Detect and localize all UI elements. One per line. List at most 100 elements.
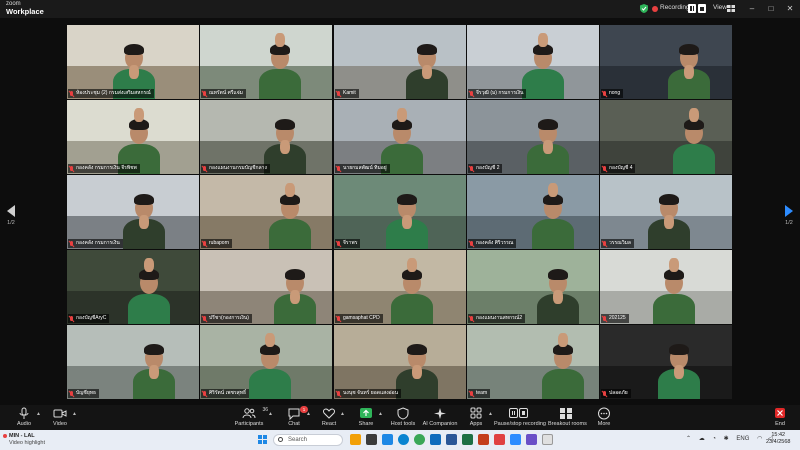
participant-video-tile[interactable]: กองบัญชี 2 (467, 100, 599, 174)
wifi-icon[interactable]: ◠ (757, 436, 762, 442)
edge-browser-icon[interactable] (398, 434, 409, 445)
file-explorer-icon[interactable] (350, 434, 361, 445)
chrome-browser-icon[interactable] (414, 434, 425, 445)
close-window-button[interactable]: ✕ (784, 3, 796, 15)
widgets-button[interactable]: MIN - LAL Video highlight (3, 433, 45, 446)
host-tools-button[interactable]: Host tools (390, 407, 416, 427)
participant-video-tile[interactable]: บัญชียุทธ (67, 325, 199, 399)
participant-video-tile[interactable]: นายกมลพัฒน์ ทิมอยู่ (334, 100, 466, 174)
bluetooth-icon[interactable]: ✱ (724, 436, 729, 442)
participant-name-tag: gamsaphat CPD (335, 314, 383, 323)
participant-video-tile[interactable]: team (467, 325, 599, 399)
more-button[interactable]: More (594, 407, 614, 427)
ai-companion-button[interactable]: AI Companion (422, 407, 458, 427)
participant-video-tile[interactable]: กองแผนงานสหกรณ์2 (467, 250, 599, 324)
muted-microphone-icon (469, 90, 474, 97)
participant-video-tile[interactable]: กองแผนงานกรมบัญชีกลาง (200, 100, 332, 174)
shield-check-icon[interactable] (640, 4, 648, 13)
settings-app-icon[interactable] (542, 434, 553, 445)
taskbar-clock[interactable]: 15:42 23/4/2568 (766, 432, 790, 446)
onedrive-icon[interactable]: ☁ (699, 436, 705, 442)
ai-companion-label: AI Companion (422, 421, 458, 427)
microphone-icon (19, 407, 29, 419)
participant-video-tile[interactable]: ศิริรัตน์ เพชรสุทธิ์ (200, 325, 332, 399)
mail-icon[interactable] (382, 434, 393, 445)
language-indicator[interactable]: ENG (736, 436, 749, 442)
apps-caret-icon[interactable]: ▲ (488, 411, 493, 417)
network-icon[interactable]: ◔ (712, 436, 716, 442)
zoom-app-icon[interactable] (510, 434, 521, 445)
participant-video-tile[interactable]: gamsaphat CPD (334, 250, 466, 324)
participant-name-tag: กองแผนงานสหกรณ์2 (468, 314, 526, 323)
participant-name-tag: กองบัญชี 2 (468, 164, 503, 173)
participants-button[interactable]: 36 Participants (234, 407, 268, 427)
teams-icon[interactable] (526, 434, 537, 445)
powerpoint-icon[interactable] (478, 434, 489, 445)
audio-button[interactable]: Audio (14, 407, 34, 427)
muted-microphone-icon (602, 390, 607, 397)
end-meeting-button[interactable]: End (770, 407, 790, 427)
breakout-rooms-button[interactable]: Breakout rooms (548, 407, 587, 427)
participant-video-tile[interactable]: จีราพร (334, 175, 466, 249)
react-button[interactable]: React (318, 407, 340, 427)
react-caret-icon[interactable]: ▲ (340, 411, 345, 417)
participant-name-tag: 202125 (601, 314, 629, 323)
word-icon[interactable] (446, 434, 457, 445)
store-icon[interactable] (430, 434, 441, 445)
audio-options-caret-icon[interactable]: ▲ (36, 411, 41, 417)
share-screen-icon (360, 408, 372, 418)
participant-video-tile[interactable]: กองคลัง กรมการเงิน (67, 175, 199, 249)
previous-page-button[interactable]: 1/2 (4, 205, 18, 226)
chat-caret-icon[interactable]: ▲ (306, 411, 311, 417)
praying-hands (280, 140, 290, 154)
next-page-button[interactable]: 1/2 (782, 205, 796, 226)
clock-time: 15:42 (771, 432, 786, 438)
participant-video-tile[interactable]: 202125 (600, 250, 732, 324)
participant-video-tile[interactable]: นงนุช จันทร์ ยอดแสงอ่อน (334, 325, 466, 399)
task-view-icon[interactable] (366, 434, 377, 445)
pause-stop-recording-button[interactable]: Pause/stop recording (494, 407, 546, 427)
participant-video-tile[interactable]: วรรณวิมล (600, 175, 732, 249)
praying-hands (674, 365, 684, 379)
share-button[interactable]: Share (356, 407, 376, 427)
view-button[interactable]: View (713, 4, 727, 11)
taskbar-search-box[interactable]: Search (273, 434, 343, 446)
participant-silhouette-body (673, 144, 715, 174)
participant-name-tag: rubaporn (201, 239, 233, 248)
participant-video-tile[interactable]: กองบัญชีAryC (67, 250, 199, 324)
participant-video-tile[interactable]: ปรีชา(กองการเงิน) (200, 250, 332, 324)
participant-video-tile[interactable]: Kamit (334, 25, 466, 99)
grid-view-icon[interactable] (727, 5, 735, 12)
participant-video-tile[interactable]: กองคลัง กรมการเงิน จีรพิชพ (67, 100, 199, 174)
notification-dot-icon (3, 434, 7, 438)
share-caret-icon[interactable]: ▲ (378, 411, 383, 417)
participants-caret-icon[interactable]: ▲ (268, 411, 273, 417)
windows-start-icon[interactable] (258, 435, 267, 444)
video-button[interactable]: Video (50, 407, 70, 427)
pdf-reader-icon[interactable] (494, 434, 505, 445)
participant-video-tile[interactable]: กองบัญชี 4 (600, 100, 732, 174)
participant-video-tile[interactable]: nong (600, 25, 732, 99)
video-options-caret-icon[interactable]: ▲ (72, 411, 77, 417)
participant-video-tile[interactable]: จีรวุฒิ (ม) กรมการเงิน (467, 25, 599, 99)
excel-icon[interactable] (462, 434, 473, 445)
participant-video-tile[interactable]: กองคลัง ศิริวรรณ (467, 175, 599, 249)
stop-recording-icon[interactable] (698, 4, 706, 13)
participant-name: กองบัญชี 2 (476, 165, 500, 171)
participant-video-tile[interactable]: ห้องประชุม (2) กรมส่งเสริมสหกรณ์ (67, 25, 199, 99)
participant-video-tile[interactable]: ณทรัตน์ ศรีแจ่ม (200, 25, 332, 99)
chat-button[interactable]: 1 Chat (284, 406, 308, 427)
participant-name-tag: nong (601, 89, 624, 98)
participant-name: ศิริรัตน์ เพชรสุทธิ์ (209, 390, 247, 396)
participant-video-tile[interactable]: rubaporn (200, 175, 332, 249)
participant-video-tile[interactable]: ปลอดภัย (600, 325, 732, 399)
minimize-button[interactable]: – (746, 3, 758, 15)
participant-name: กองบัญชีAryC (76, 315, 107, 321)
pause-recording-icon[interactable] (688, 4, 696, 13)
system-tray: ⌃ ☁ ◔ ✱ ENG ◠ ◁ (686, 435, 773, 442)
apps-button[interactable]: Apps (466, 407, 486, 427)
maximize-button[interactable]: □ (765, 3, 777, 15)
meeting-toolbar: Audio ▲ Video ▲ 36 Participants ▲ 1 Chat (0, 405, 800, 430)
chevron-up-icon[interactable]: ⌃ (686, 436, 691, 442)
chat-label: Chat (288, 421, 300, 427)
